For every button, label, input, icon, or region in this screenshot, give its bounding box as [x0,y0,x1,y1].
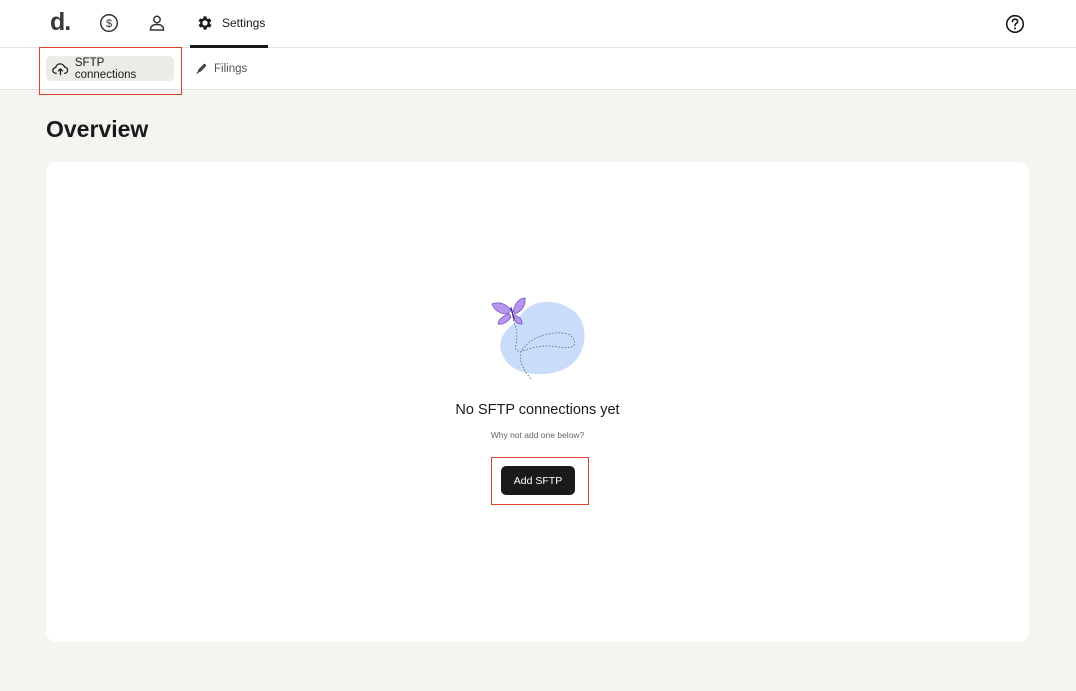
user-icon [149,15,165,31]
tab-filings[interactable]: Filings [189,56,253,81]
nav-settings-tab[interactable]: Settings [190,0,268,48]
highlight-sftp-tab [39,47,182,95]
help-button[interactable] [1004,13,1026,35]
gear-icon [198,15,212,30]
logo[interactable]: d. [50,8,71,37]
dollar-circle-icon: $ [99,13,119,33]
pen-icon [196,63,207,75]
svg-text:$: $ [106,18,112,30]
nav-billing[interactable]: $ [98,12,120,34]
help-circle-icon [1005,14,1025,34]
butterfly-illustration [491,297,585,381]
highlight-add-sftp-button [491,457,589,505]
empty-state-title: No SFTP connections yet [455,402,620,418]
top-navigation-bar: d. $ Settings [0,0,1076,48]
empty-state-card: No SFTP connections yet Why not add one … [46,162,1029,642]
nav-account[interactable] [146,12,168,34]
tab-filings-label: Filings [214,62,248,75]
empty-state-subtitle: Why not add one below? [490,430,585,440]
page-title: Overview [46,116,149,142]
nav-settings-label: Settings [222,15,266,30]
